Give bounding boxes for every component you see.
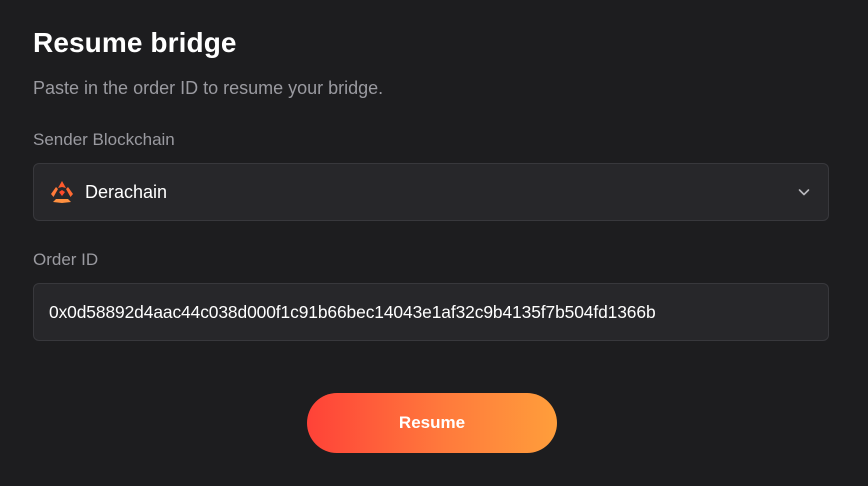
page-subtitle: Paste in the order ID to resume your bri… [33,78,384,98]
resume-bridge-panel: Resume bridge Paste in the order ID to r… [0,0,868,486]
page-title: Resume bridge [33,27,237,58]
order-id-input[interactable] [49,301,813,323]
derachain-logo-icon [49,179,75,205]
sender-blockchain-select[interactable]: Derachain [33,163,829,221]
order-id-label: Order ID [33,250,99,269]
sender-blockchain-label: Sender Blockchain [33,130,175,149]
resume-button[interactable]: Resume [307,393,557,453]
chevron-down-icon[interactable] [796,184,812,200]
order-id-field-container[interactable] [33,283,829,341]
sender-blockchain-value: Derachain [85,181,168,202]
